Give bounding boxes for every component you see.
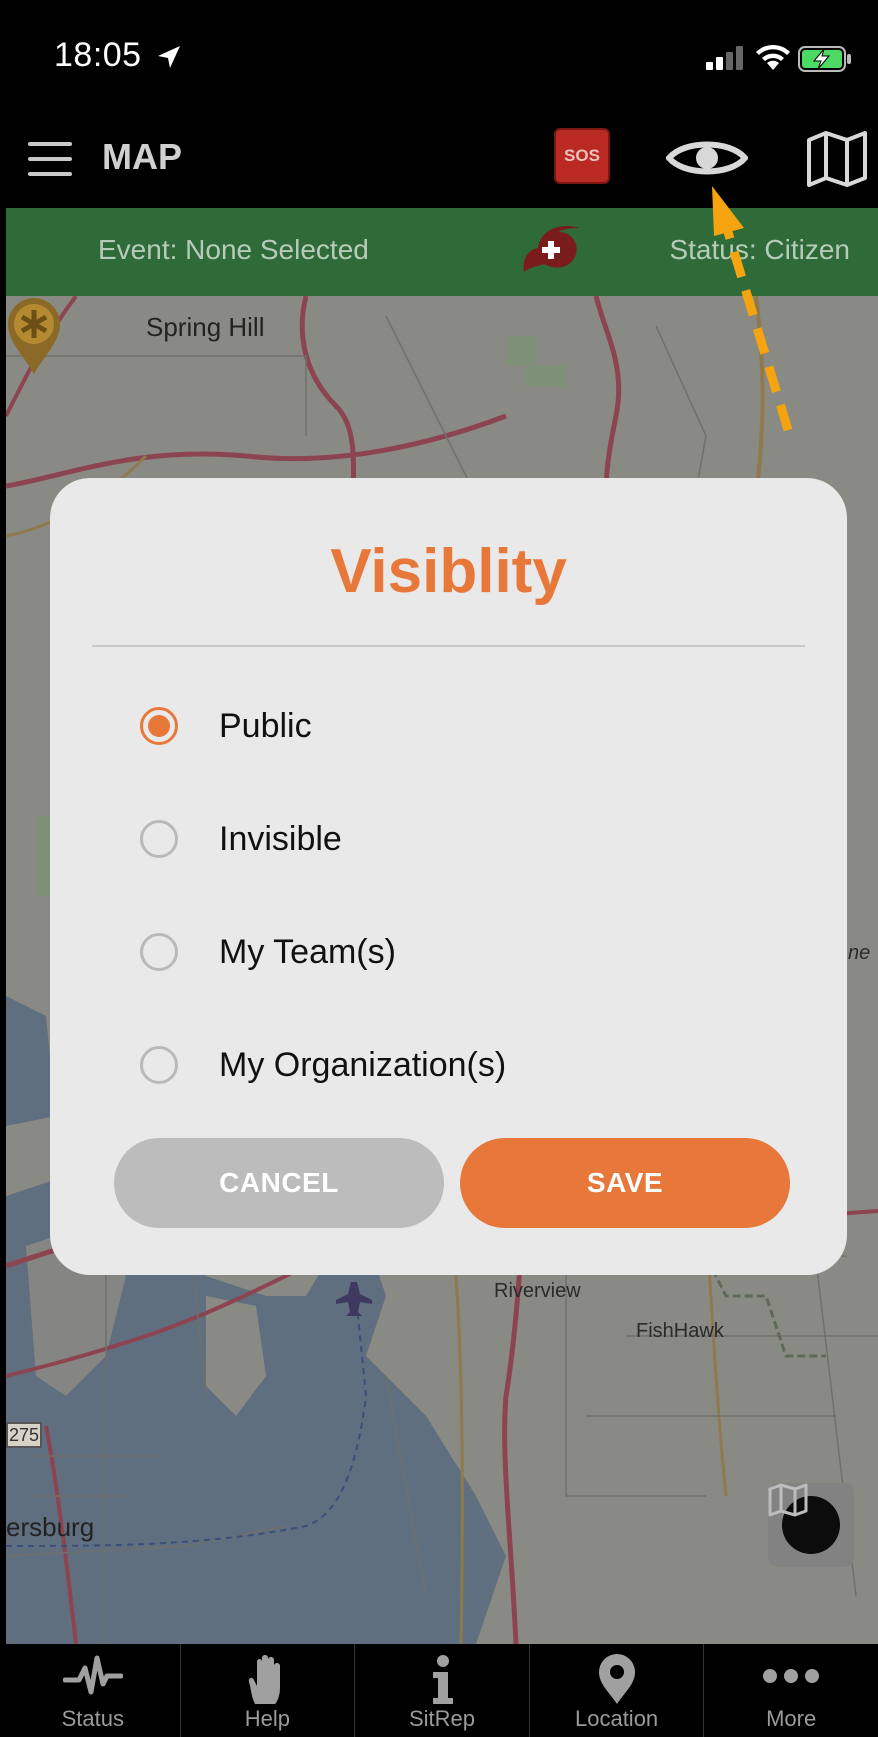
info-icon (432, 1655, 453, 1704)
tab-location[interactable]: Location (530, 1644, 705, 1737)
save-button[interactable]: SAVE (460, 1138, 790, 1228)
tab-status[interactable]: Status (6, 1644, 181, 1737)
radio-button[interactable] (140, 707, 178, 745)
tab-sitrep[interactable]: SitRep (355, 1644, 530, 1737)
visibility-option-invisible[interactable]: Invisible (140, 804, 780, 874)
visibility-option-my-teams[interactable]: My Team(s) (140, 917, 780, 987)
radio-button[interactable] (140, 820, 178, 858)
bottom-tab-bar: Status Help SitRep Location More (6, 1644, 878, 1737)
hand-icon (249, 1655, 281, 1704)
option-label: My Organization(s) (219, 1045, 507, 1084)
location-pin-icon (598, 1654, 635, 1704)
option-label: Invisible (219, 819, 342, 858)
tab-label: Status (61, 1706, 124, 1731)
radio-button[interactable] (140, 1046, 178, 1084)
dialog-divider (92, 645, 805, 647)
option-label: My Team(s) (219, 932, 396, 971)
map-label-fishhawk: FishHawk (636, 1320, 724, 1342)
radio-button[interactable] (140, 933, 178, 971)
highway-shield: 275 (6, 1422, 42, 1448)
app-screen: 18:05 MAP SOS Event: None Selected Statu… (6, 6, 878, 1737)
tab-label: SitRep (408, 1706, 475, 1731)
tab-more[interactable]: More (704, 1644, 878, 1737)
visibility-dialog: Visiblity Public Invisible My Team(s) My… (50, 478, 847, 1275)
map-layers-button[interactable] (768, 1483, 854, 1567)
tab-label: Help (244, 1706, 291, 1731)
map-label-riverview: Riverview (494, 1280, 581, 1302)
tutorial-arrow-icon (712, 186, 793, 432)
tab-help[interactable]: Help (181, 1644, 356, 1737)
dialog-title: Visiblity (330, 537, 567, 606)
option-label: Public (219, 706, 312, 745)
map-label-st-petersburg: ersburg (6, 1512, 95, 1542)
visibility-option-public[interactable]: Public (140, 691, 780, 761)
visibility-option-my-organizations[interactable]: My Organization(s) (140, 1030, 780, 1100)
pulse-icon (62, 1655, 123, 1695)
tab-label: Location (574, 1706, 659, 1731)
map-layers-icon (768, 1483, 808, 1517)
more-dots-icon (763, 1669, 820, 1683)
cancel-button[interactable]: CANCEL (114, 1138, 444, 1228)
map-label-edge: ne (848, 942, 871, 964)
tab-label: More (766, 1706, 817, 1731)
